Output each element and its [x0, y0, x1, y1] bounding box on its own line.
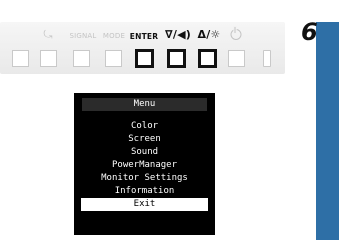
menu-item-information[interactable]: Information [74, 185, 215, 198]
menu-item-screen[interactable]: Screen [74, 133, 215, 146]
osd-title: Menu [82, 98, 207, 111]
up-brightness-button[interactable] [198, 49, 217, 68]
enter-button[interactable] [135, 49, 154, 68]
blank-button[interactable] [12, 50, 29, 67]
up-brightness-label: Δ/☼ [197, 28, 221, 41]
input-icon: ⤿ [43, 28, 53, 41]
power-indicator [263, 50, 271, 67]
menu-item-powermanager[interactable]: PowerManager [74, 159, 215, 172]
down-volume-button[interactable] [167, 49, 186, 68]
mode-label: MODE [102, 32, 126, 40]
menu-item-exit[interactable]: Exit [81, 198, 208, 211]
step-number: 6 [301, 18, 318, 46]
osd-menu: Menu Color Screen Sound PowerManager Mon… [74, 93, 215, 235]
menu-item-color[interactable]: Color [74, 120, 215, 133]
step-panel [316, 22, 339, 240]
signal-label: SIGNAL [69, 32, 97, 40]
signal-button[interactable] [73, 50, 90, 67]
osd-item-list: Color Screen Sound PowerManager Monitor … [74, 120, 215, 211]
input-button[interactable] [40, 50, 57, 67]
enter-label: ENTER [129, 32, 159, 41]
power-button[interactable] [228, 50, 245, 67]
menu-item-sound[interactable]: Sound [74, 146, 215, 159]
menu-item-monitor-settings[interactable]: Monitor Settings [74, 172, 215, 185]
mode-button[interactable] [105, 50, 122, 67]
down-volume-label: ∇/◀) [165, 28, 191, 41]
power-icon [230, 27, 242, 40]
